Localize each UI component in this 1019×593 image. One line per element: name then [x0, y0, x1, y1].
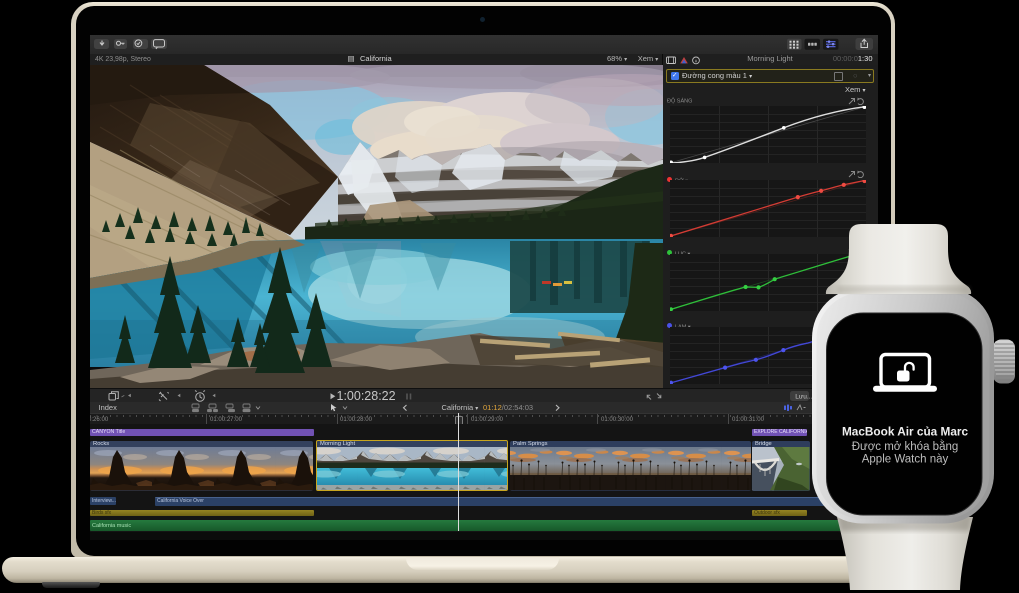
svg-text:Apple Watch này: Apple Watch này: [862, 454, 949, 466]
svg-text:MacBook Air của Marc: MacBook Air của Marc: [842, 425, 969, 439]
svg-text:Được mở khóa bằng: Được mở khóa bằng: [852, 440, 959, 453]
